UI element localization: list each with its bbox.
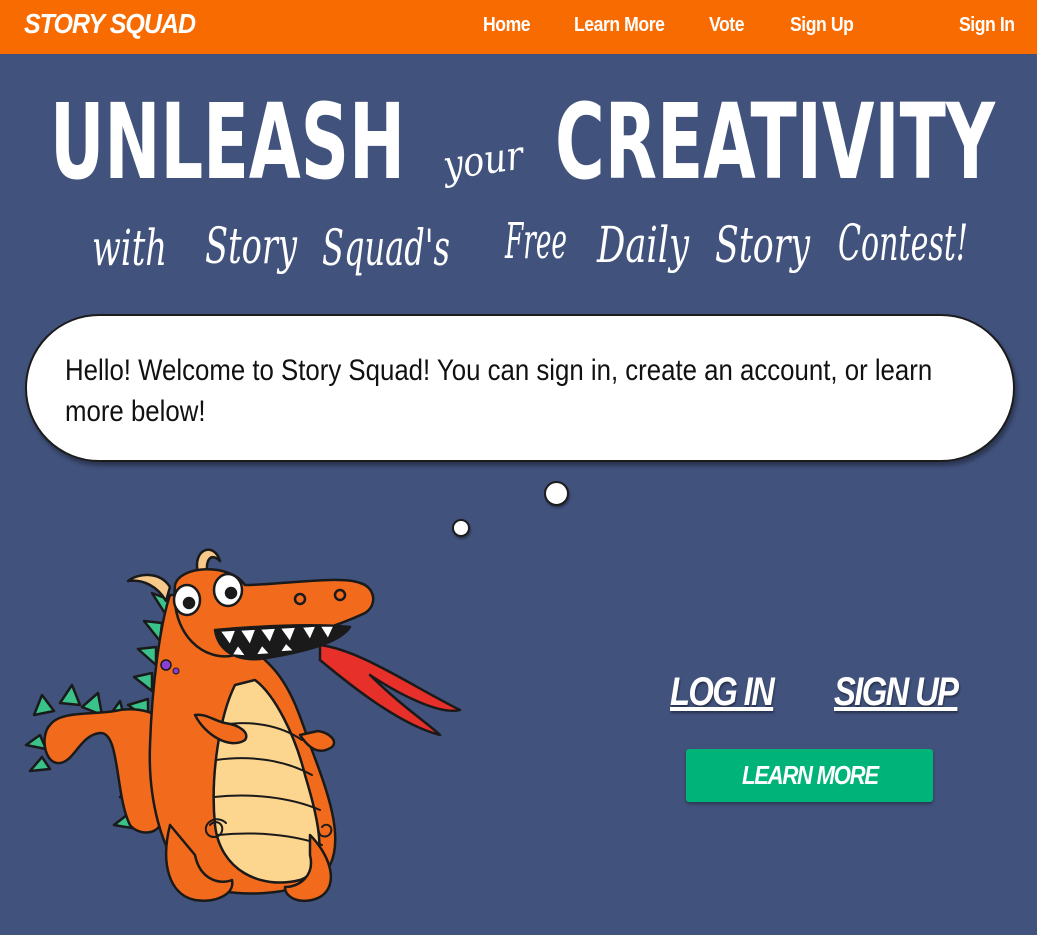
hero-sub-story-1: Story <box>205 217 297 275</box>
welcome-message: Hello! Welcome to Story Squad! You can s… <box>65 354 933 428</box>
hero-sub-squads: Squad's <box>322 219 450 277</box>
nav-link-sign-in[interactable]: Sign In <box>959 14 1015 37</box>
hero-word-your: your <box>439 132 529 189</box>
hero-sub-contest: Contest! <box>838 214 968 272</box>
hero-sub-free: Free <box>504 212 567 270</box>
hero-sub-with: with <box>92 219 167 277</box>
hero-word-creativity: CREATIVITY <box>555 81 996 203</box>
top-navbar: STORY SQUAD Home Learn More Vote Sign Up… <box>0 0 1037 54</box>
hero-word-unleash: UNLEASH <box>50 81 405 203</box>
nav-link-vote[interactable]: Vote <box>709 14 745 37</box>
nav-link-sign-up[interactable]: Sign Up <box>790 14 854 37</box>
nav-link-home[interactable]: Home <box>483 14 531 37</box>
hero-sub-story-2: Story <box>715 216 811 274</box>
hero-title: UNLEASH your CREATIVITY with Story Squad… <box>50 70 1010 310</box>
learn-more-label: LEARN MORE <box>741 760 879 790</box>
log-in-link[interactable]: LOG IN <box>670 670 775 715</box>
sign-up-link[interactable]: SIGN UP <box>834 670 959 715</box>
dragon-mascot-illustration <box>20 535 470 915</box>
brand-logo[interactable]: STORY SQUAD <box>24 9 196 41</box>
learn-more-button[interactable]: LEARN MORE <box>686 749 933 802</box>
welcome-bubble: Hello! Welcome to Story Squad! You can s… <box>25 314 1015 462</box>
thought-dot-large <box>544 481 569 506</box>
hero-sub-daily: Daily <box>596 216 689 274</box>
nav-link-learn-more[interactable]: Learn More <box>574 14 665 37</box>
